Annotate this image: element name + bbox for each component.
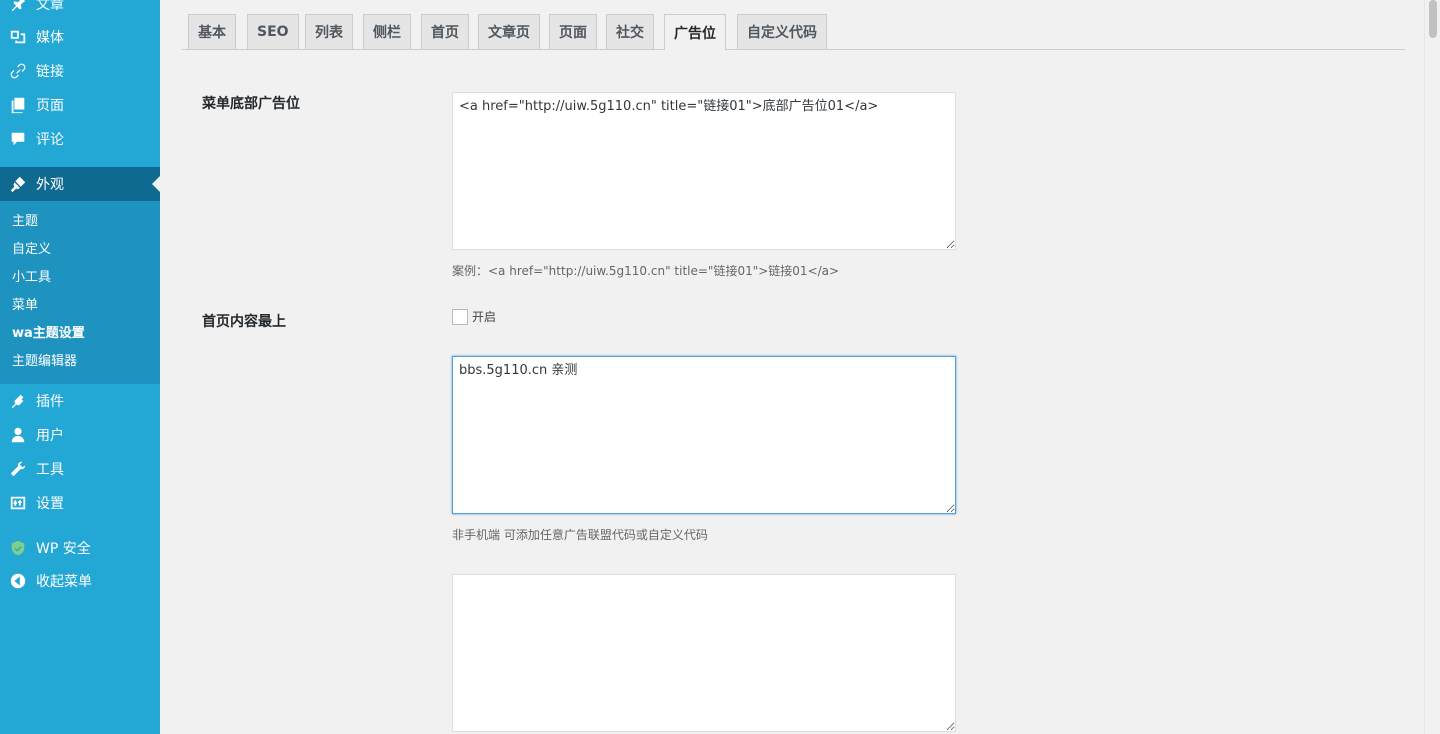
sidebar-item-label: 收起菜单 <box>36 574 92 590</box>
home-top-label: 首页内容最上 <box>202 314 286 330</box>
sidebar-item-label: 评论 <box>36 132 64 148</box>
tab-seo[interactable]: SEO <box>247 14 299 49</box>
submenu-item-wa-theme-settings[interactable]: wa主题设置 <box>12 325 85 343</box>
submenu-item-theme-editor[interactable]: 主题编辑器 <box>12 353 77 371</box>
submenu-item-widgets[interactable]: 小工具 <box>12 269 51 287</box>
sidebar-item-label: 设置 <box>36 496 64 512</box>
media-icon <box>8 27 28 47</box>
admin-sidebar: 文章 媒体 链接 页面 评论 外观 主题 自定义 小工具 菜单 wa主题设置 主… <box>0 0 160 734</box>
home-top-enable-label[interactable]: 开启 <box>472 308 496 325</box>
sidebar-item-label: 页面 <box>36 98 64 114</box>
comment-icon <box>8 129 28 149</box>
sidebar-item-label: 链接 <box>36 64 64 80</box>
sidebar-item-label: 文章 <box>36 0 64 13</box>
tab-page[interactable]: 页面 <box>549 14 597 49</box>
scrollbar-thumb[interactable] <box>1429 0 1437 38</box>
sidebar-item-media[interactable]: 媒体 <box>0 20 160 54</box>
appearance-submenu: 主题 自定义 小工具 菜单 wa主题设置 主题编辑器 <box>0 201 160 384</box>
home-top-pc-textarea[interactable]: bbs.5g110.cn 亲测 <box>452 356 956 514</box>
tab-post-page[interactable]: 文章页 <box>478 14 540 49</box>
sidebar-item-wp-security[interactable]: WP 安全 <box>0 531 160 565</box>
submenu-item-menus[interactable]: 菜单 <box>12 297 38 315</box>
sidebar-item-label: 用户 <box>36 428 64 444</box>
home-top-enable-checkbox[interactable] <box>452 308 468 325</box>
home-top-enable-row: 开启 <box>452 308 496 325</box>
sidebar-item-users[interactable]: 用户 <box>0 418 160 452</box>
menu-bottom-ad-label: 菜单底部广告位 <box>202 96 300 112</box>
submenu-item-customize[interactable]: 自定义 <box>12 241 51 259</box>
tab-list[interactable]: 列表 <box>305 14 353 49</box>
link-icon <box>8 61 28 81</box>
sidebar-item-label: 插件 <box>36 394 64 410</box>
tab-basic[interactable]: 基本 <box>188 14 236 49</box>
pin-icon <box>8 0 28 14</box>
page-scrollbar[interactable] <box>1424 0 1440 734</box>
sidebar-item-plugins[interactable]: 插件 <box>0 384 160 418</box>
sidebar-item-settings[interactable]: 设置 <box>0 486 160 520</box>
current-arrow <box>152 176 160 192</box>
sidebar-collapse-menu[interactable]: 收起菜单 <box>0 564 160 598</box>
plugin-icon <box>8 391 28 411</box>
menu-bottom-ad-textarea[interactable]: <a href="http://uiw.5g110.cn" title="链接0… <box>452 92 956 250</box>
sidebar-item-appearance[interactable]: 外观 <box>0 167 160 201</box>
sidebar-item-label: WP 安全 <box>36 541 91 557</box>
tab-ads[interactable]: 广告位 <box>664 14 726 50</box>
page-icon <box>8 95 28 115</box>
tab-home[interactable]: 首页 <box>421 14 469 49</box>
sidebar-item-comments[interactable]: 评论 <box>0 122 160 156</box>
tab-sidebar[interactable]: 侧栏 <box>363 14 411 49</box>
sidebar-item-pages[interactable]: 页面 <box>0 88 160 122</box>
shield-icon <box>8 538 28 558</box>
tab-custom-code[interactable]: 自定义代码 <box>737 14 827 49</box>
sidebar-item-posts[interactable]: 文章 <box>0 0 160 21</box>
collapse-icon <box>8 571 28 591</box>
sidebar-item-label: 媒体 <box>36 30 64 46</box>
settings-tabs: 基本 SEO 列表 侧栏 首页 文章页 页面 社交 广告位 自定义代码 <box>182 14 1405 50</box>
home-top-pc-hint: 非手机端 可添加任意广告联盟代码或自定义代码 <box>452 528 708 542</box>
tab-social[interactable]: 社交 <box>606 14 654 49</box>
sidebar-item-label: 外观 <box>36 177 64 193</box>
sidebar-item-links[interactable]: 链接 <box>0 54 160 88</box>
brush-icon <box>8 174 28 194</box>
user-icon <box>8 425 28 445</box>
sidebar-item-tools[interactable]: 工具 <box>0 452 160 486</box>
settings-icon <box>8 493 28 513</box>
menu-bottom-ad-hint: 案例：<a href="http://uiw.5g110.cn" title="… <box>452 264 840 278</box>
submenu-item-themes[interactable]: 主题 <box>12 213 38 231</box>
wrench-icon <box>8 459 28 479</box>
home-top-mobile-textarea[interactable] <box>452 574 956 732</box>
sidebar-item-label: 工具 <box>36 462 64 478</box>
